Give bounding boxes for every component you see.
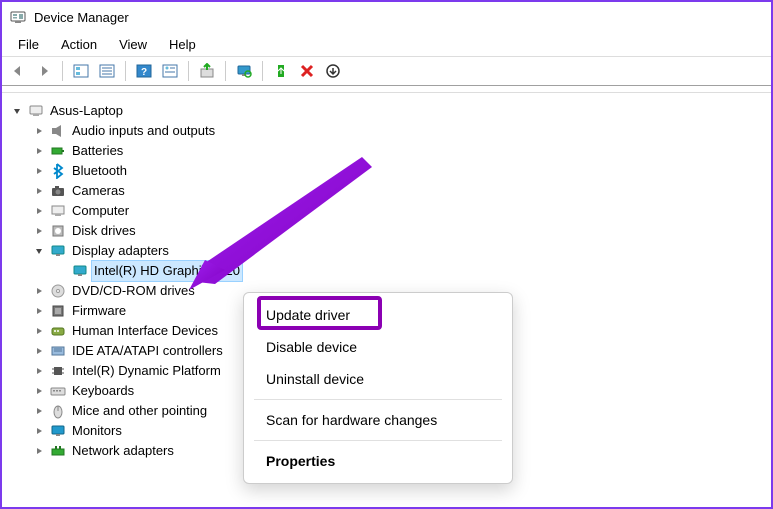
tree-category-label: Batteries (70, 141, 123, 161)
tree-category-node[interactable]: Disk drives (32, 221, 771, 241)
tree-category-node[interactable]: Bluetooth (32, 161, 771, 181)
toolbar-separator (188, 61, 189, 81)
hid-icon (50, 323, 66, 339)
tree-category-node[interactable]: Computer (32, 201, 771, 221)
display-icon (72, 263, 88, 279)
keyboard-icon (50, 383, 66, 399)
tree-device-node[interactable]: Intel(R) HD Graphics 620 (54, 261, 771, 281)
disable-device-button[interactable] (321, 59, 345, 83)
toolbar: ? (2, 56, 771, 86)
monitor-icon (50, 423, 66, 439)
tree-category-label: Display adapters (70, 241, 169, 261)
display-icon (50, 243, 66, 259)
toolbar-separator (125, 61, 126, 81)
properties-button[interactable] (95, 59, 119, 83)
speaker-icon (50, 123, 66, 139)
expander-closed-icon[interactable] (32, 424, 46, 438)
app-icon (10, 9, 26, 25)
menu-view[interactable]: View (109, 35, 157, 54)
update-driver-button[interactable] (195, 59, 219, 83)
tree-category-node[interactable]: Batteries (32, 141, 771, 161)
tree-category-label: Network adapters (70, 441, 174, 461)
menu-file[interactable]: File (8, 35, 49, 54)
expander-closed-icon[interactable] (32, 184, 46, 198)
expander-closed-icon[interactable] (32, 144, 46, 158)
tree-category-label: Audio inputs and outputs (70, 121, 215, 141)
menubar: File Action View Help (2, 32, 771, 56)
tree-category-label: IDE ATA/ATAPI controllers (70, 341, 223, 361)
toolbar-separator (262, 61, 263, 81)
toolbar-separator (62, 61, 63, 81)
context-menu-separator (254, 399, 502, 400)
context-menu: Update driverDisable deviceUninstall dev… (243, 292, 513, 484)
ide-icon (50, 343, 66, 359)
tree-category-label: Human Interface Devices (70, 321, 218, 341)
expander-closed-icon[interactable] (32, 364, 46, 378)
firmware-icon (50, 303, 66, 319)
expander-closed-icon[interactable] (32, 164, 46, 178)
disk-icon (50, 223, 66, 239)
tree-root-label: Asus-Laptop (48, 101, 123, 121)
uninstall-device-button[interactable] (295, 59, 319, 83)
tree-category-label: Bluetooth (70, 161, 127, 181)
help-button[interactable]: ? (132, 59, 156, 83)
svg-text:?: ? (141, 67, 147, 78)
mouse-icon (50, 403, 66, 419)
context-menu-item[interactable]: Update driver (244, 299, 512, 331)
expander-open-icon[interactable] (32, 244, 46, 258)
toolbar-separator (225, 61, 226, 81)
tree-device-label: Intel(R) HD Graphics 620 (92, 261, 242, 281)
tree-category-node[interactable]: Display adapters (32, 241, 771, 261)
context-menu-item[interactable]: Uninstall device (244, 363, 512, 395)
camera-icon (50, 183, 66, 199)
tree-category-label: Intel(R) Dynamic Platform (70, 361, 221, 381)
forward-button[interactable] (32, 59, 56, 83)
expander-open-icon[interactable] (10, 104, 24, 118)
tree-category-label: Cameras (70, 181, 125, 201)
expander-closed-icon[interactable] (32, 124, 46, 138)
context-menu-item[interactable]: Disable device (244, 331, 512, 363)
enable-device-button[interactable] (269, 59, 293, 83)
context-menu-item[interactable]: Scan for hardware changes (244, 404, 512, 436)
expander-closed-icon[interactable] (32, 384, 46, 398)
tree-category-label: DVD/CD-ROM drives (70, 281, 195, 301)
menu-help[interactable]: Help (159, 35, 206, 54)
show-hidden-button[interactable] (69, 59, 93, 83)
computer-icon (28, 103, 44, 119)
context-menu-item[interactable]: Properties (244, 445, 512, 477)
chip-icon (50, 363, 66, 379)
expander-closed-icon[interactable] (32, 404, 46, 418)
battery-icon (50, 143, 66, 159)
expander-closed-icon[interactable] (32, 444, 46, 458)
window-title: Device Manager (34, 10, 129, 25)
back-button[interactable] (6, 59, 30, 83)
computer-icon (50, 203, 66, 219)
scan-hardware-button[interactable] (232, 59, 256, 83)
tree-category-node[interactable]: Audio inputs and outputs (32, 121, 771, 141)
tree-category-label: Monitors (70, 421, 122, 441)
expander-closed-icon[interactable] (32, 284, 46, 298)
tree-category-node[interactable]: Cameras (32, 181, 771, 201)
bluetooth-icon (50, 163, 66, 179)
tree-category-label: Mice and other pointing (70, 401, 207, 421)
tree-category-label: Keyboards (70, 381, 134, 401)
expander-closed-icon[interactable] (32, 304, 46, 318)
expander-closed-icon[interactable] (32, 204, 46, 218)
expander-closed-icon[interactable] (32, 324, 46, 338)
tree-category-label: Firmware (70, 301, 126, 321)
action-button[interactable] (158, 59, 182, 83)
tree-category-label: Disk drives (70, 221, 136, 241)
titlebar: Device Manager (2, 2, 771, 32)
context-menu-separator (254, 440, 502, 441)
network-icon (50, 443, 66, 459)
tree-category-label: Computer (70, 201, 129, 221)
dvd-icon (50, 283, 66, 299)
expander-closed-icon[interactable] (32, 224, 46, 238)
expander-closed-icon[interactable] (32, 344, 46, 358)
menu-action[interactable]: Action (51, 35, 107, 54)
tree-root-node[interactable]: Asus-Laptop (10, 101, 771, 121)
